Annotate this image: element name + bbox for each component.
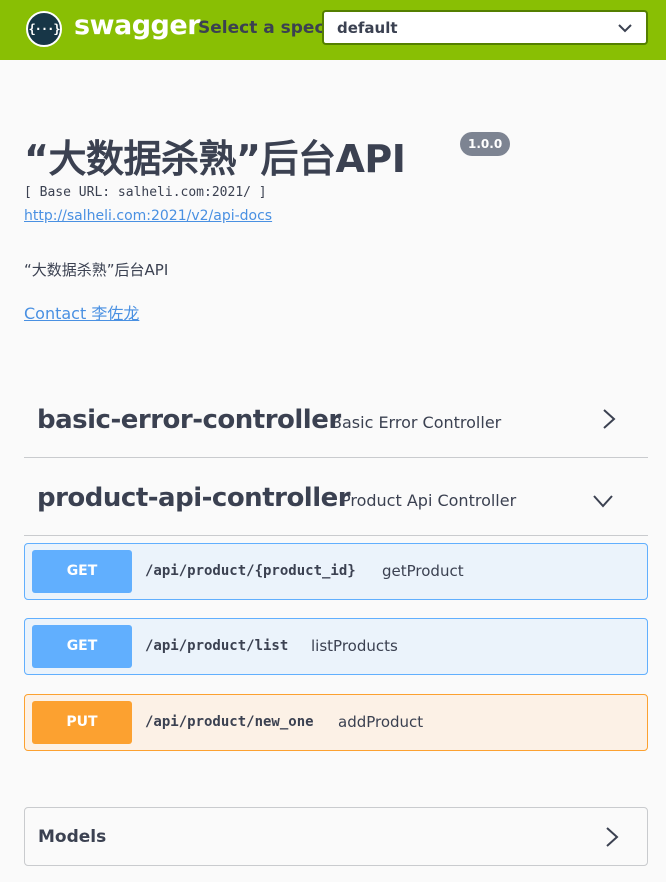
operation-summary: listProducts [311, 637, 398, 655]
base-url: [ Base URL: salheli.com:2021/ ] [24, 185, 267, 200]
operation-list-products[interactable]: GET /api/product/list listProducts [24, 618, 648, 675]
brand-name[interactable]: swagger [74, 10, 201, 41]
method-badge: GET [32, 550, 132, 593]
api-docs-link[interactable]: http://salheli.com:2021/v2/api-docs [24, 208, 272, 224]
select-spec-label: Select a spec [198, 18, 325, 38]
chevron-down-icon [618, 24, 632, 33]
operation-add-product[interactable]: PUT /api/product/new_one addProduct [24, 694, 648, 751]
tag-name: basic-error-controller [37, 405, 341, 435]
method-badge: PUT [32, 701, 132, 744]
chevron-right-icon [606, 827, 619, 847]
chevron-down-icon [593, 495, 613, 508]
topbar: {···} swagger Select a spec default [0, 0, 666, 60]
operation-get-product[interactable]: GET /api/product/{product_id} getProduct [24, 543, 648, 600]
operation-summary: addProduct [338, 713, 424, 731]
tag-description: Basic Error Controller [331, 413, 502, 432]
contact-link[interactable]: Contact 李佐龙 [24, 300, 139, 324]
models-section[interactable]: Models [24, 807, 648, 866]
operation-summary: getProduct [382, 562, 464, 580]
operation-path: /api/product/{product_id} [145, 563, 356, 579]
tag-product-api-controller[interactable]: product-api-controller Product Api Contr… [24, 458, 648, 536]
tag-description: Product Api Controller [341, 491, 517, 510]
chevron-right-icon [603, 409, 616, 429]
models-label: Models [38, 827, 107, 847]
operation-path: /api/product/list [145, 638, 289, 654]
tag-name: product-api-controller [37, 483, 351, 513]
swagger-logo-icon[interactable]: {···} [26, 11, 62, 47]
method-badge: GET [32, 625, 132, 668]
spec-select-value: default [337, 19, 398, 37]
tag-basic-error-controller[interactable]: basic-error-controller Basic Error Contr… [24, 380, 648, 458]
spec-select[interactable]: default [322, 10, 648, 45]
version-badge: 1.0.0 [460, 132, 511, 156]
api-description: “大数据杀熟”后台API [24, 261, 169, 279]
api-title: “大数据杀熟”后台API [24, 137, 406, 181]
logo-glyph: {···} [28, 22, 60, 36]
api-title-row: “大数据杀熟”后台API [24, 128, 406, 183]
operation-path: /api/product/new_one [145, 714, 314, 730]
